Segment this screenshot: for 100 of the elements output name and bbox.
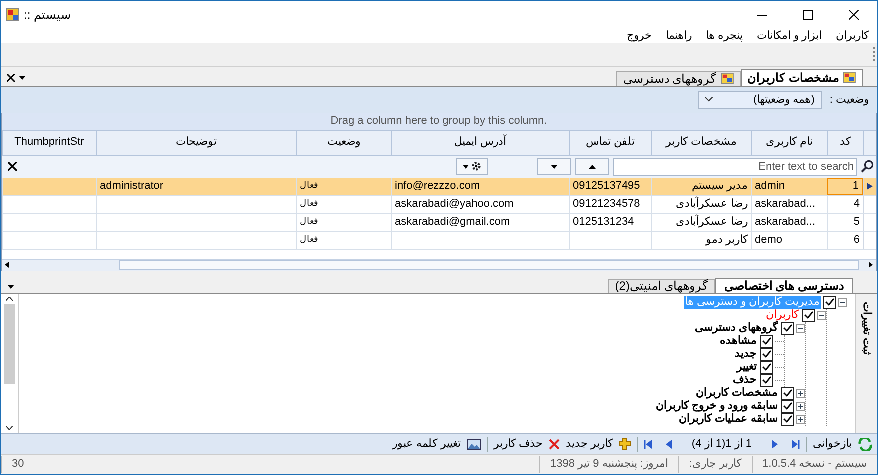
panel-tab[interactable]: گروههای امنیتی(2) xyxy=(608,278,716,293)
checkbox[interactable] xyxy=(781,412,794,426)
refresh-icon[interactable] xyxy=(858,438,873,451)
table-cell-text: فعال xyxy=(300,197,318,210)
chevron-down-icon xyxy=(704,97,713,102)
horizontal-scrollbar[interactable] xyxy=(119,260,859,270)
menu-item[interactable]: خروج xyxy=(626,28,652,44)
table-cell-text: کاربر دمو xyxy=(706,232,748,248)
checkbox[interactable] xyxy=(760,348,773,361)
table-cell-text: administrator xyxy=(100,178,164,194)
picture-icon[interactable] xyxy=(466,438,481,450)
table-cell-text: info@rezzzo.com xyxy=(395,178,480,194)
collapse-icon[interactable] xyxy=(817,310,826,320)
panel-tab[interactable]: دسترسی های اختصاصی xyxy=(715,278,853,293)
column-header[interactable]: کد xyxy=(827,130,863,155)
checkbox[interactable] xyxy=(781,322,794,335)
table-cell-text: 09121234578 xyxy=(573,196,640,212)
checkbox[interactable] xyxy=(760,360,773,374)
search-field[interactable]: Enter text to search xyxy=(613,158,857,176)
first-page-icon[interactable] xyxy=(644,440,652,449)
checkbox[interactable] xyxy=(781,400,794,413)
status-text: امروز: پنجشنبه 9 تیر 1398 xyxy=(539,456,678,473)
caret-icon xyxy=(462,164,468,169)
delete-user-label[interactable]: حذف کاربر xyxy=(494,436,543,452)
menu-item[interactable]: کاربران xyxy=(836,28,869,44)
next-page-icon[interactable] xyxy=(772,440,778,449)
menu-item[interactable]: راهنما xyxy=(666,28,692,44)
scroll-left-icon[interactable] xyxy=(5,262,9,268)
scroll-down-icon[interactable] xyxy=(6,426,13,430)
window-icon xyxy=(720,73,734,84)
status-dropdown[interactable]: (همه وضعیتها) xyxy=(698,90,822,109)
group-panel-hint: Drag a column here to group by this column. xyxy=(2,112,876,131)
tree-node-label[interactable]: کاربران xyxy=(765,308,800,322)
table-cell-text: فعال xyxy=(300,233,318,246)
column-header[interactable]: تلفن تماس xyxy=(569,130,651,155)
collapse-icon[interactable] xyxy=(838,298,847,307)
search-icon xyxy=(861,160,874,174)
tree-node-label[interactable]: مشاهده xyxy=(719,334,758,348)
new-user-label[interactable]: کاربر جدید xyxy=(566,436,613,452)
column-header[interactable]: مشخصات کاربر xyxy=(651,130,751,155)
close-icon[interactable] xyxy=(849,10,859,20)
tree-node-label[interactable]: سابقه عملیات کاربران xyxy=(678,412,779,426)
minimize-icon[interactable] xyxy=(757,14,767,16)
last-page-icon[interactable] xyxy=(792,440,800,449)
window-icon xyxy=(843,72,856,84)
previous-page-icon[interactable] xyxy=(666,440,672,449)
checkbox[interactable] xyxy=(781,386,794,400)
tree-node-label[interactable]: جدید xyxy=(734,348,758,361)
column-header[interactable]: آدرس ایمیل xyxy=(391,130,569,155)
checkbox[interactable] xyxy=(823,296,836,309)
search-down-button[interactable] xyxy=(537,158,571,176)
plus-icon[interactable] xyxy=(618,438,631,450)
tree-node-label[interactable]: گروههای دسترسی xyxy=(694,322,779,335)
scroll-right-icon[interactable] xyxy=(869,262,873,268)
document-tab[interactable]: مشخصات کاربران xyxy=(740,68,863,86)
table-cell-text: askarabadi@gmail.com xyxy=(395,214,510,230)
checkbox[interactable] xyxy=(760,374,773,387)
column-header[interactable]: نام کاربری xyxy=(751,130,827,155)
settings-button[interactable] xyxy=(456,158,488,176)
row-pointer-icon xyxy=(867,182,873,190)
status-text: 30 xyxy=(1,456,34,473)
tree-node-label[interactable]: مشخصات کاربران xyxy=(694,386,779,400)
document-tab[interactable]: گروههای دسترسی xyxy=(616,70,741,86)
gear-icon xyxy=(470,161,482,172)
table-cell-text: askarabad... xyxy=(755,214,816,230)
table-cell-text: 0125131234 xyxy=(573,214,634,230)
tree-node-label[interactable]: حذف xyxy=(732,374,758,387)
table-cell-text: فعال xyxy=(300,215,318,228)
menu-item[interactable]: پنجره ها xyxy=(706,28,743,44)
refresh-label[interactable]: بازخوانی xyxy=(813,436,852,452)
close-icon[interactable] xyxy=(7,74,15,82)
pager-text: 1 از 1(1 از 4) xyxy=(692,436,752,452)
checkbox[interactable] xyxy=(760,334,773,348)
table-cell-text: رضا عسکرآبادی xyxy=(676,214,748,230)
expand-icon[interactable] xyxy=(796,388,805,398)
search-up-button[interactable] xyxy=(575,158,609,176)
dropdown-icon[interactable] xyxy=(7,284,15,289)
table-cell-text: مدیر سیستم xyxy=(692,178,748,194)
table-cell-text: رضا عسکرآبادی xyxy=(676,196,748,212)
column-header[interactable]: وضعیت xyxy=(296,130,391,155)
table-cell-text: 6 xyxy=(854,232,860,248)
expand-icon[interactable] xyxy=(796,414,805,424)
delete-icon[interactable] xyxy=(548,438,560,450)
collapse-icon[interactable] xyxy=(796,324,805,333)
checkbox[interactable] xyxy=(802,308,815,322)
table-cell-text: 09125137495 xyxy=(573,178,640,194)
tree-node-label[interactable]: تغییر xyxy=(736,360,758,374)
vertical-scrollbar-thumb[interactable] xyxy=(4,304,15,384)
close-icon[interactable] xyxy=(8,162,17,172)
column-header[interactable]: ThumbprintStr xyxy=(2,130,96,155)
table-cell-text: 5 xyxy=(854,214,860,230)
status-text: کاربر جاری: xyxy=(678,456,752,473)
dropdown-icon[interactable] xyxy=(19,76,26,80)
expand-icon[interactable] xyxy=(796,402,805,411)
maximize-icon[interactable] xyxy=(803,10,813,20)
scroll-up-icon[interactable] xyxy=(6,296,13,301)
menu-item[interactable]: ابزار و امکانات xyxy=(756,28,822,44)
change-password-label[interactable]: تغییر کلمه عبور xyxy=(392,436,461,452)
column-header[interactable]: توضیحات xyxy=(96,130,296,155)
tree-node-label[interactable]: سابقه ورود و خروج کاربران xyxy=(654,400,779,413)
